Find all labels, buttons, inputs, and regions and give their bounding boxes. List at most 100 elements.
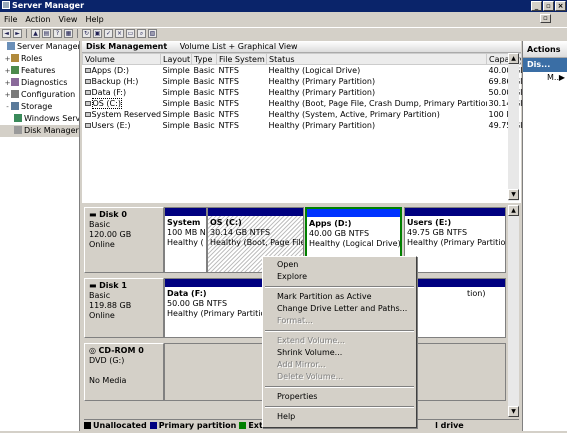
context-menu-item-open[interactable]: Open bbox=[263, 259, 416, 271]
search-icon[interactable]: ⌕ bbox=[137, 29, 146, 38]
disk-icon[interactable]: ▭ bbox=[126, 29, 135, 38]
expand-toggle[interactable]: + bbox=[4, 53, 11, 65]
expand-toggle[interactable]: + bbox=[4, 89, 11, 101]
scroll-up-button[interactable]: ▲ bbox=[508, 205, 519, 216]
partition-users-e[interactable]: Users (E:) 49.75 GB NTFS Healthy (Primar… bbox=[404, 207, 506, 273]
disk-0-label[interactable]: ▬ Disk 0 Basic 120.00 GB Online bbox=[84, 207, 164, 273]
context-menu-item-format: Format... bbox=[277, 316, 313, 325]
scroll-down-button[interactable]: ▼ bbox=[508, 189, 519, 200]
tree-item-windows-server-backup[interactable]: Windows Serv bbox=[0, 113, 79, 125]
roles-icon bbox=[11, 54, 19, 62]
tree-item-configuration[interactable]: + Configuration bbox=[0, 89, 79, 101]
tree-item-storage[interactable]: - Storage bbox=[0, 101, 79, 113]
mdi-restore-button[interactable]: ▫ bbox=[540, 14, 551, 23]
volume-icon bbox=[84, 68, 91, 73]
column-header-volume[interactable]: Volume bbox=[82, 53, 161, 65]
show-hide-tree-icon[interactable]: ▤ bbox=[42, 29, 51, 38]
minimize-button[interactable]: _ bbox=[531, 1, 542, 11]
tree-item-roles[interactable]: + Roles bbox=[0, 53, 79, 65]
context-menu: Open Explore Mark Partition as Active Chang… bbox=[262, 256, 417, 428]
help-icon[interactable]: ? bbox=[53, 29, 62, 38]
scroll-up-button[interactable]: ▲ bbox=[508, 53, 519, 64]
volume-list: Volume Layout Type File System Status Ca… bbox=[82, 53, 522, 131]
pane-subtitle: Volume List + Graphical View bbox=[179, 42, 298, 51]
volume-row[interactable]: OS (C:) Simple Basic NTFS Healthy (Boot, Pag… bbox=[83, 98, 522, 109]
context-menu-item-change-drive-letter-and-paths[interactable]: Change Drive Letter and Paths... bbox=[263, 303, 416, 315]
type-cell: Basic bbox=[193, 99, 215, 108]
scroll-track[interactable] bbox=[508, 64, 519, 189]
back-icon[interactable]: ◄ bbox=[2, 29, 11, 38]
tree-item-diagnostics[interactable]: + Diagnostics bbox=[0, 77, 79, 89]
context-menu-item-properties[interactable]: Properties bbox=[263, 391, 416, 403]
status-cell: Healthy (Primary Partition) bbox=[268, 77, 376, 86]
volume-row[interactable]: Backup (H:) Simple Basic NTFS Healthy (Prima… bbox=[83, 76, 522, 87]
volume-name: Users (E:) bbox=[91, 121, 131, 130]
legend-item-unallocated: Unallocated bbox=[84, 421, 147, 430]
disk-size: 119.88 GB bbox=[89, 301, 132, 310]
actions-section-disk-management[interactable]: Dis... bbox=[523, 58, 567, 72]
column-header-file-system[interactable]: File System bbox=[216, 53, 267, 65]
open-icon[interactable]: ▣ bbox=[93, 29, 102, 38]
menu-help[interactable]: Help bbox=[81, 13, 107, 26]
delete-icon[interactable]: × bbox=[115, 29, 124, 38]
tree-item-label: Disk Manager bbox=[24, 126, 79, 135]
context-menu-item-shrink-volume[interactable]: Shrink Volume... bbox=[263, 347, 416, 359]
legend-swatch bbox=[84, 422, 91, 429]
volume-list-scrollbar[interactable]: ▲ ▼ bbox=[508, 53, 519, 201]
actions-more-actions[interactable]: M... ▶ bbox=[523, 72, 567, 84]
tree-item-server-manager[interactable]: Server Manager (W bbox=[0, 41, 79, 53]
volume-row[interactable]: Users (E:) Simple Basic NTFS Healthy (Primar… bbox=[83, 120, 522, 131]
file-system-cell: NTFS bbox=[218, 110, 239, 119]
toolbar-separator bbox=[26, 29, 27, 38]
check-icon[interactable]: ✓ bbox=[104, 29, 113, 38]
context-menu-item-explore[interactable]: Explore bbox=[263, 271, 416, 283]
pane-header: Disk Management Volume List + Graphical … bbox=[82, 41, 521, 53]
cdrom-0-label[interactable]: ◎ CD-ROM 0 DVD (G:) No Media bbox=[84, 343, 164, 401]
properties-icon[interactable]: ▦ bbox=[64, 29, 73, 38]
expand-toggle[interactable]: + bbox=[4, 77, 11, 89]
partition-status: Healthy ( bbox=[167, 238, 204, 247]
context-menu-item-delete-volume: Delete Volume... bbox=[277, 372, 344, 381]
partition-system-reserved[interactable]: System 100 MB N Healthy ( bbox=[164, 207, 207, 273]
column-header-type[interactable]: Type bbox=[191, 53, 217, 65]
disk-1-label[interactable]: ▬ Disk 1 Basic 119.88 GB Online bbox=[84, 278, 164, 338]
disk-type: DVD (G:) bbox=[89, 356, 125, 365]
graphical-view-scrollbar[interactable]: ▲ ▼ bbox=[508, 205, 519, 417]
close-button[interactable]: × bbox=[555, 1, 566, 11]
context-menu-item-mark-partition-as-active[interactable]: Mark Partition as Active bbox=[263, 291, 416, 303]
tree-item-features[interactable]: + Features bbox=[0, 65, 79, 77]
menu-action[interactable]: Action bbox=[21, 13, 54, 26]
layout-cell: Simple bbox=[162, 99, 190, 108]
restore-button[interactable]: ▫ bbox=[543, 1, 554, 11]
menu-view[interactable]: View bbox=[54, 13, 81, 26]
scroll-track[interactable] bbox=[508, 216, 519, 406]
partition-size: 30.14 GB NTFS bbox=[210, 228, 271, 237]
storage-icon bbox=[11, 102, 19, 110]
tree-item-label: Windows Serv bbox=[24, 114, 80, 123]
expand-toggle[interactable]: - bbox=[4, 101, 11, 113]
tree-item-label: Configuration bbox=[21, 90, 76, 99]
diagnostics-icon bbox=[11, 78, 19, 86]
context-menu-item-help[interactable]: Help bbox=[263, 411, 416, 423]
partition-bar bbox=[165, 208, 206, 216]
menu-separator bbox=[265, 286, 414, 288]
menu-file[interactable]: File bbox=[0, 13, 21, 26]
disk-size: 120.00 GB bbox=[89, 230, 132, 239]
menu-bar: File Action View Help ▫ bbox=[0, 13, 567, 26]
server-manager-icon bbox=[2, 1, 10, 9]
scroll-down-button[interactable]: ▼ bbox=[508, 406, 519, 417]
backup-icon bbox=[14, 114, 22, 122]
volume-row[interactable]: System Reserved Simple Basic NTFS Healthy (S… bbox=[83, 109, 522, 120]
refresh-icon[interactable]: ↻ bbox=[82, 29, 91, 38]
column-header-status[interactable]: Status bbox=[266, 53, 487, 65]
volume-row[interactable]: Data (F:) Simple Basic NTFS Healthy (Primary… bbox=[83, 87, 522, 98]
tree-item-disk-management[interactable]: Disk Manager bbox=[0, 125, 79, 137]
arrow-right-icon: ▶ bbox=[558, 73, 565, 82]
settings-icon[interactable]: ▧ bbox=[148, 29, 157, 38]
expand-toggle[interactable]: + bbox=[4, 65, 11, 77]
forward-icon[interactable]: ► bbox=[13, 29, 22, 38]
menu-separator bbox=[265, 386, 414, 388]
volume-row[interactable]: Apps (D:) Simple Basic NTFS Healthy (Logical… bbox=[83, 65, 522, 77]
up-icon[interactable]: ▲ bbox=[31, 29, 40, 38]
column-header-layout[interactable]: Layout bbox=[160, 53, 192, 65]
